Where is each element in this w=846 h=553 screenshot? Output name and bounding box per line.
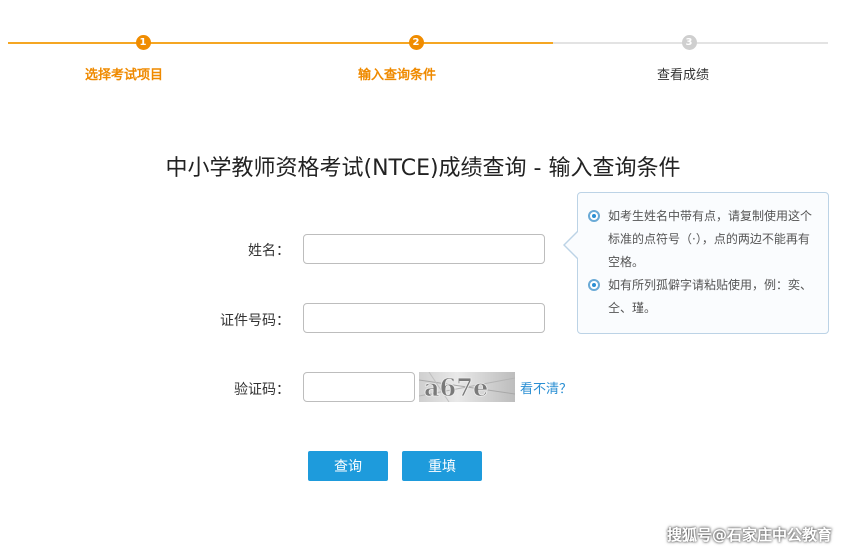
step-label: 选择考试项目 xyxy=(84,68,163,83)
captcha-label: 验证码： xyxy=(234,382,290,398)
step-number-badge: 3 xyxy=(681,35,697,50)
step-number-badge: 1 xyxy=(135,35,151,50)
reset-button[interactable]: 重填 xyxy=(402,451,482,481)
captcha-input[interactable] xyxy=(303,372,415,402)
tooltip-item-text: 如考生姓名中带有点，请复制使用这个标准的点符号（·），点的两边不能再有空格。 xyxy=(608,209,813,269)
step-select-exam: 1 选择考试项目 xyxy=(43,35,243,83)
step-label: 输入查询条件 xyxy=(357,68,436,83)
captcha-text: a67e xyxy=(424,373,488,402)
name-hint-tooltip: 如考生姓名中带有点，请复制使用这个标准的点符号（·），点的两边不能再有空格。 如… xyxy=(577,192,829,334)
name-input[interactable] xyxy=(303,234,545,264)
watermark: 搜狐号@石家庄中公教育 xyxy=(666,526,832,544)
tooltip-item: 如有所列孤僻字请粘贴使用，例：奕、仝、瑾。 xyxy=(588,274,816,320)
tooltip-arrow-fill xyxy=(565,232,578,258)
step-label: 查看成绩 xyxy=(656,68,709,83)
radio-bullet-icon xyxy=(588,210,600,222)
tooltip-item: 如考生姓名中带有点，请复制使用这个标准的点符号（·），点的两边不能再有空格。 xyxy=(588,205,816,274)
step-view-scores: 3 查看成绩 xyxy=(589,35,789,83)
refresh-captcha-link[interactable]: 看不清？ xyxy=(520,378,572,397)
id-number-input[interactable] xyxy=(303,303,545,333)
page-title: 中小学教师资格考试(NTCE)成绩查询 - 输入查询条件 xyxy=(165,156,681,181)
step-enter-conditions: 2 输入查询条件 xyxy=(316,35,516,83)
captcha-noise-lines: a67e xyxy=(419,372,515,402)
step-number-badge: 2 xyxy=(408,35,424,50)
tooltip-item-text: 如有所列孤僻字请粘贴使用，例：奕、仝、瑾。 xyxy=(608,278,813,315)
query-button[interactable]: 查询 xyxy=(308,451,388,481)
name-label: 姓名： xyxy=(248,243,290,259)
radio-bullet-icon xyxy=(588,279,600,291)
id-number-label: 证件号码： xyxy=(220,313,290,329)
captcha-image[interactable]: a67e xyxy=(419,372,515,402)
